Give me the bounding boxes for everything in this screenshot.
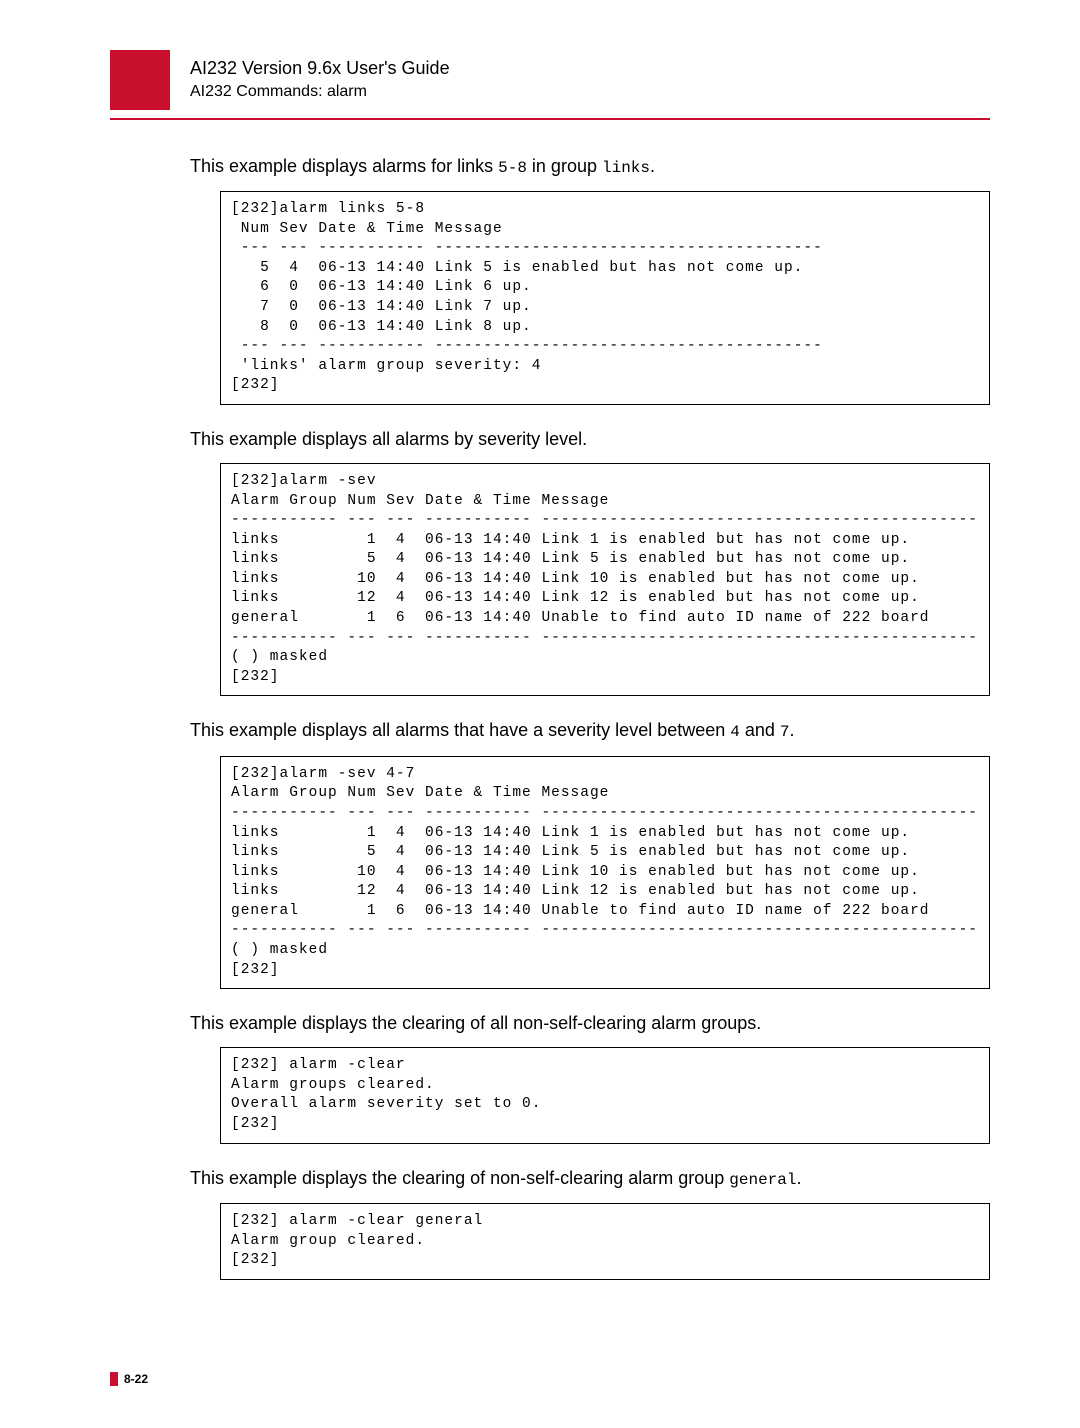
para1-mid: in group xyxy=(527,156,602,176)
page-header: AI232 Version 9.6x User's Guide AI232 Co… xyxy=(190,50,990,104)
paragraph-5: This example displays the clearing of no… xyxy=(190,1166,990,1192)
para1-code2: links xyxy=(602,159,650,177)
para3-code1: 4 xyxy=(730,723,740,741)
para5-code1: general xyxy=(729,1171,796,1189)
code-block-4: [232] alarm -clear Alarm groups cleared.… xyxy=(220,1047,990,1143)
paragraph-1: This example displays alarms for links 5… xyxy=(190,154,990,180)
para3-post: . xyxy=(790,720,795,740)
code-block-5: [232] alarm -clear general Alarm group c… xyxy=(220,1203,990,1280)
doc-title: AI232 Version 9.6x User's Guide xyxy=(190,56,990,81)
doc-subtitle: AI232 Commands: alarm xyxy=(190,81,990,103)
document-page: AI232 Version 9.6x User's Guide AI232 Co… xyxy=(0,0,1080,1428)
paragraph-2: This example displays all alarms by seve… xyxy=(190,427,990,451)
para1-post: . xyxy=(650,156,655,176)
page-footer: 8-22 xyxy=(110,1370,990,1388)
header-divider xyxy=(110,118,990,120)
code-block-3: [232]alarm -sev 4-7 Alarm Group Num Sev … xyxy=(220,756,990,989)
page-content: This example displays alarms for links 5… xyxy=(190,154,990,1280)
header-accent-block xyxy=(110,50,170,110)
para5-pre: This example displays the clearing of no… xyxy=(190,1168,729,1188)
footer-accent-icon xyxy=(110,1372,118,1386)
paragraph-3: This example displays all alarms that ha… xyxy=(190,718,990,744)
code-block-1: [232]alarm links 5-8 Num Sev Date & Time… xyxy=(220,191,990,405)
para1-code1: 5-8 xyxy=(498,159,527,177)
para1-pre: This example displays alarms for links xyxy=(190,156,498,176)
para5-post: . xyxy=(796,1168,801,1188)
para3-mid: and xyxy=(740,720,780,740)
code-block-2: [232]alarm -sev Alarm Group Num Sev Date… xyxy=(220,463,990,696)
para3-code2: 7 xyxy=(780,723,790,741)
page-number: 8-22 xyxy=(124,1372,148,1386)
paragraph-4: This example displays the clearing of al… xyxy=(190,1011,990,1035)
para3-pre: This example displays all alarms that ha… xyxy=(190,720,730,740)
